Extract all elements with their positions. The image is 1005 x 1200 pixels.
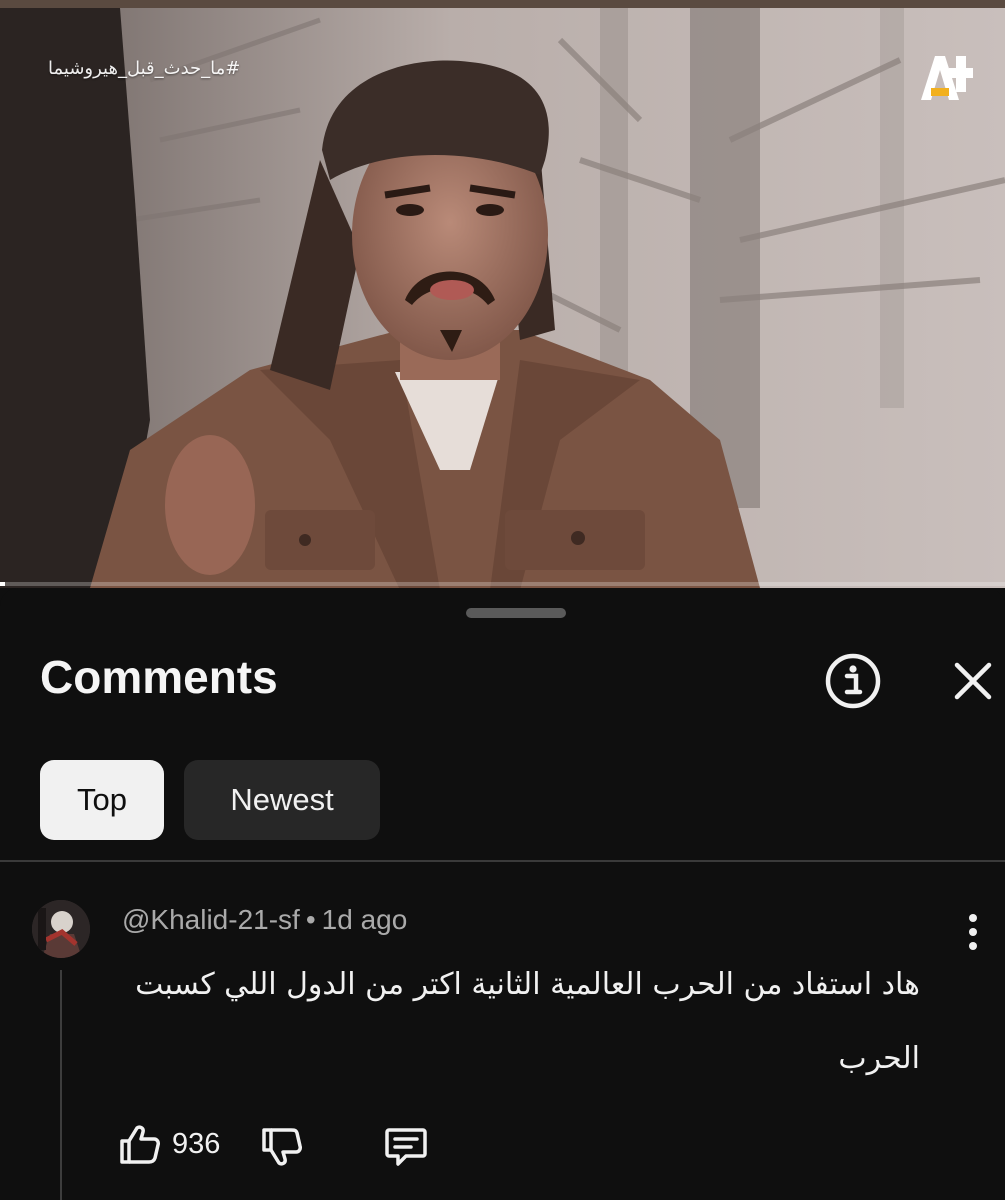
thread-line [60, 970, 62, 1200]
comment-actions: 936 [118, 1122, 458, 1170]
sheet-drag-handle[interactable] [466, 608, 566, 618]
video-hashtag: #ما_حدث_قبل_هيروشيما [48, 58, 241, 79]
thumbs-up-icon[interactable] [118, 1122, 162, 1166]
avatar-image [32, 900, 90, 958]
divider [0, 860, 1005, 862]
filter-chip-top[interactable]: Top [40, 760, 164, 840]
aj-plus-logo-icon [921, 56, 973, 100]
meta-separator: • [305, 904, 316, 935]
video-progress-fill [0, 582, 6, 586]
video-player[interactable]: #ما_حدث_قبل_هيروشيما [0, 0, 1005, 588]
comments-title: Comments [40, 651, 278, 703]
comments-sheet: Comments Top Newest @Khalid-21-sf • 1d ago [0, 588, 1005, 1200]
avatar[interactable] [32, 900, 90, 958]
comment-time: 1d ago [321, 904, 408, 935]
comment-text: هاد استفاد من الحرب العالمية الثانية اكت… [135, 967, 920, 1076]
reply-icon[interactable] [384, 1124, 428, 1168]
video-progress-bar[interactable] [0, 582, 1005, 586]
close-icon[interactable] [950, 658, 996, 704]
comment-meta: @Khalid-21-sf • 1d ago [122, 904, 407, 936]
more-options-icon[interactable] [960, 910, 986, 954]
thumbs-down-icon[interactable] [260, 1124, 304, 1168]
video-frame [0, 0, 1005, 588]
filter-chip-newest[interactable]: Newest [184, 760, 380, 840]
like-count: 936 [172, 1128, 221, 1160]
info-icon[interactable] [824, 652, 882, 710]
comment-author[interactable]: @Khalid-21-sf [122, 904, 300, 935]
